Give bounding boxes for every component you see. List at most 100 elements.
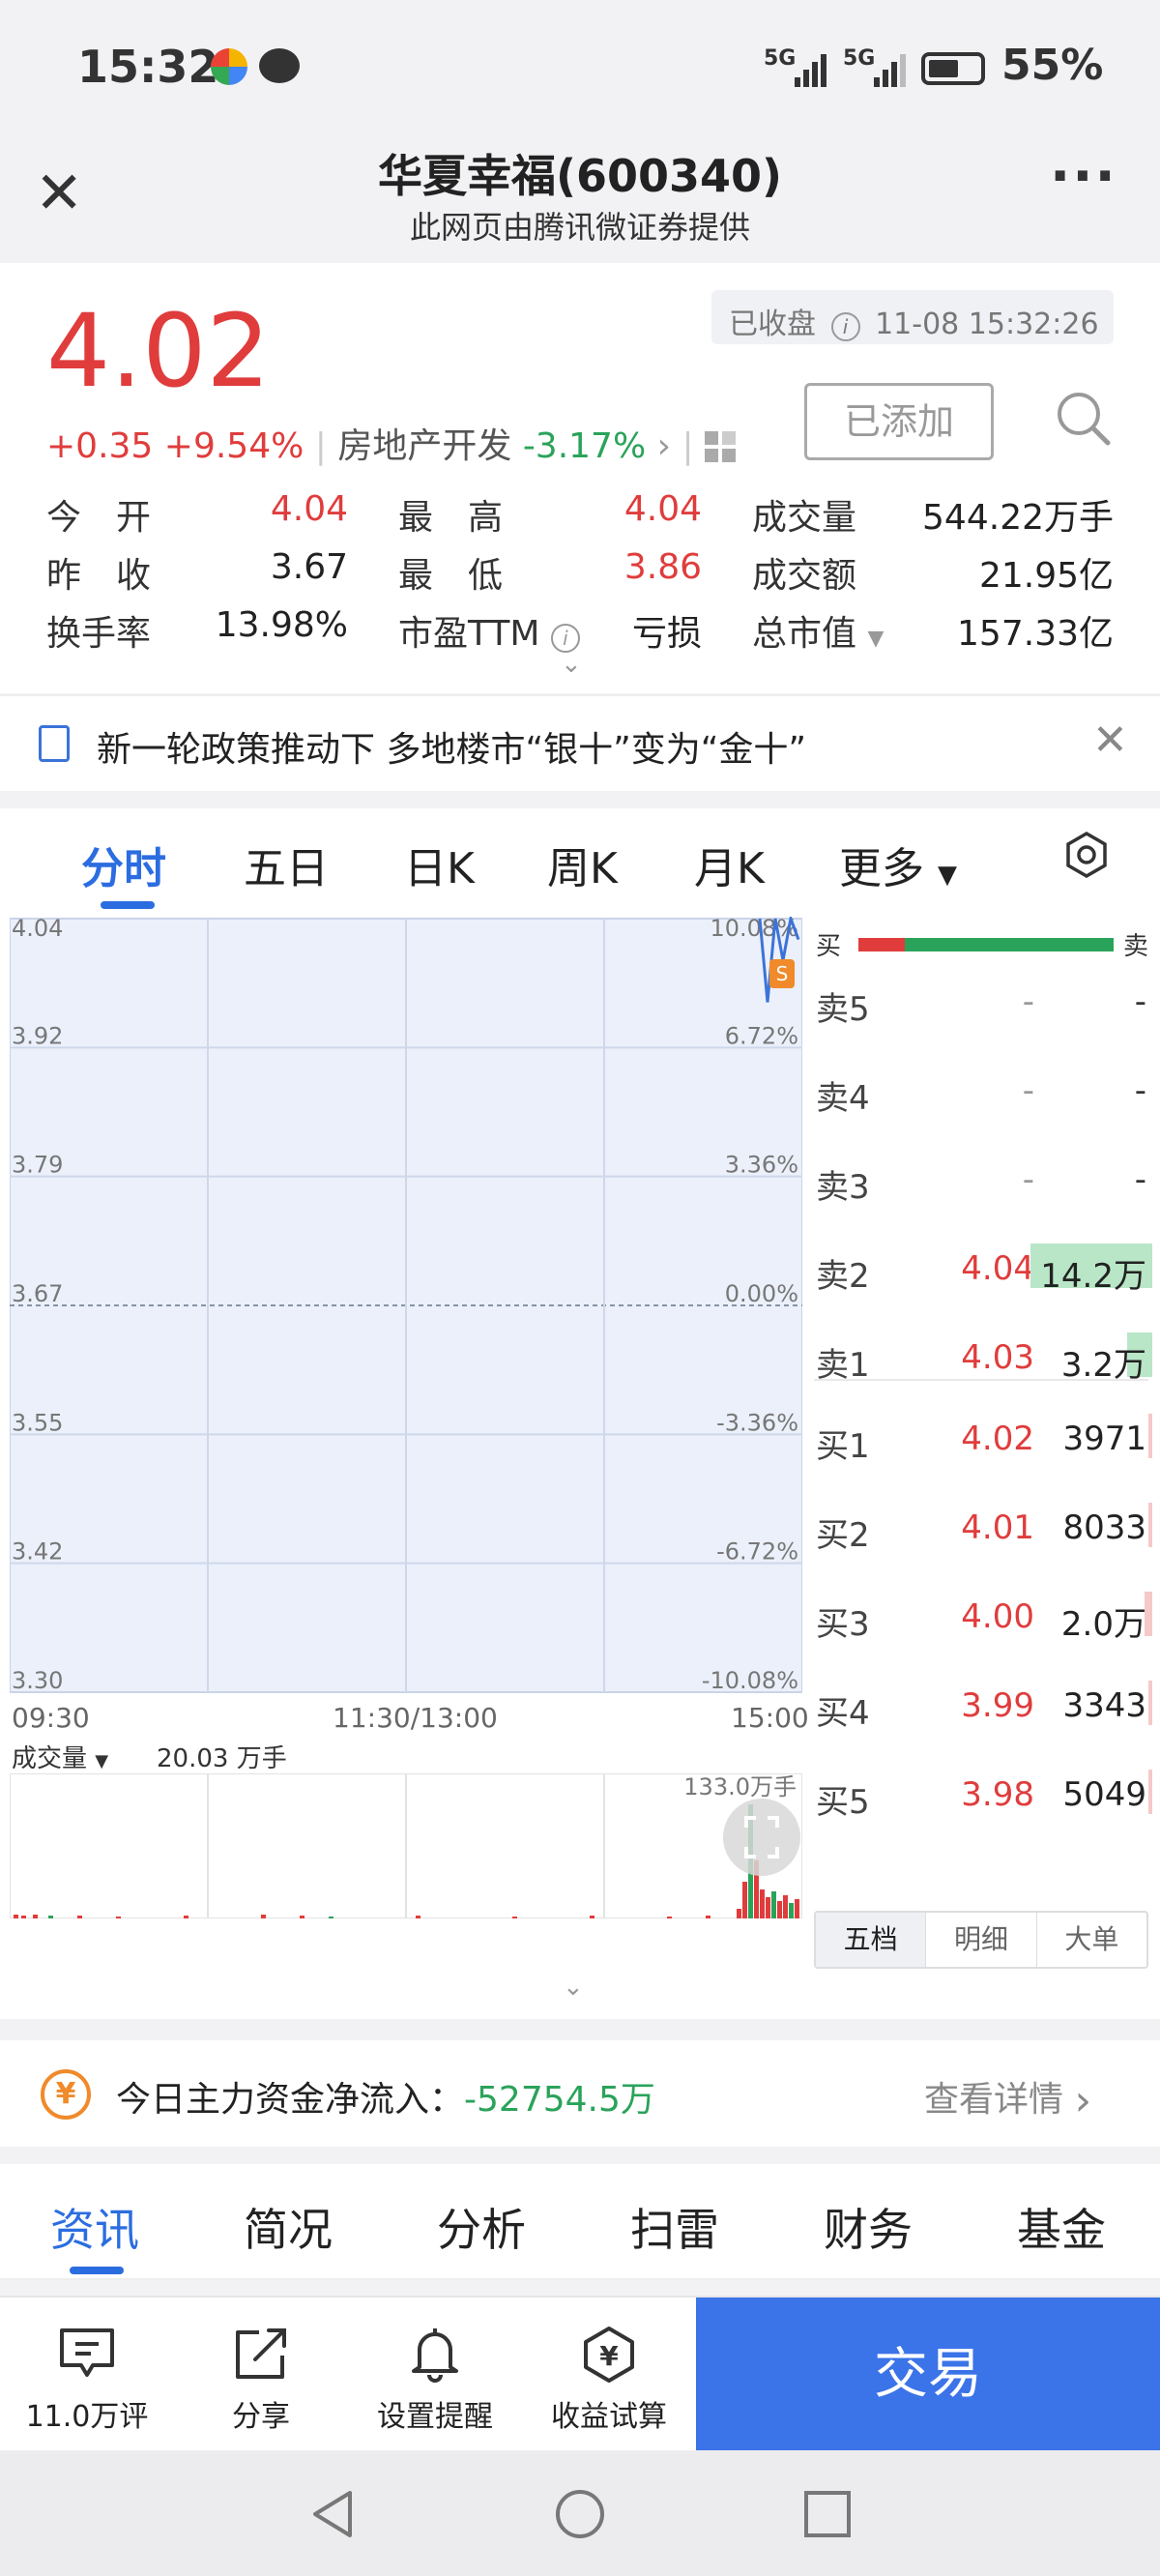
tab-details[interactable]: 明细 [926,1913,1037,1967]
volume-max-label: 133.0万手 [683,1773,797,1800]
settings-icon[interactable] [1061,830,1112,880]
volume-selector[interactable]: 成交量 ▼ [12,1739,108,1774]
price-change: +0.35 [46,426,154,466]
view-details-link[interactable]: 查看详情 › [924,2071,1091,2125]
trade-button[interactable]: 交易 [696,2298,1160,2452]
bid-volume-bar [1148,1681,1152,1725]
comments-button[interactable]: 11.0万评 [0,2325,174,2435]
order-volume: - [1134,1071,1146,1110]
info-tabs: 资讯 简况 分析 扫雷 财务 基金 [0,2164,1160,2280]
system-nav-bar [0,2450,1160,2576]
volume-bar [760,1889,765,1918]
title-bar: ✕ 华夏幸福(600340) 此网页由腾讯微证券提供 ··· [0,135,1160,261]
s-marker-icon[interactable]: S [769,959,795,988]
fund-flow-value: -52754.5万 [464,2080,655,2120]
volume-bar [116,1917,121,1918]
order-level-label: 卖2 [816,1257,870,1296]
tab-analysis[interactable]: 分析 [437,2195,526,2259]
news-banner[interactable]: 新一轮政策推动下 多地楼市“银十”变为“金十” ✕ [0,694,1160,791]
tab-monthly-k[interactable]: 月K [694,834,765,895]
time-axis-end: 15:00 [731,1702,809,1734]
fullscreen-icon[interactable] [723,1799,800,1876]
close-icon[interactable]: ✕ [1092,716,1128,765]
bottom-toolbar: 11.0万评 分享 设置提醒 ¥ 收益试算 交易 [0,2296,1160,2452]
recents-icon[interactable] [800,2487,855,2541]
volume-bar [416,1916,420,1918]
tab-daily-k[interactable]: 日K [404,834,475,895]
order-level-label: 卖5 [816,990,870,1029]
tab-risk-scan[interactable]: 扫雷 [630,2195,719,2259]
signal-2-label: 5G [843,46,876,71]
info-icon[interactable]: i [550,624,580,653]
intraday-chart[interactable]: 4.04 10.08% 3.92 6.72% 3.79 3.36% 3.67 0.00% 3.5… [10,917,802,1700]
bid-level-5[interactable]: 买5 3.98 5049 [814,1760,1152,1837]
comment-icon [60,2328,114,2377]
back-icon[interactable] [305,2487,360,2541]
buy-ratio-bar [858,938,905,951]
stat-value-open: 4.04 [270,489,348,529]
order-price: 4.00 [961,1597,1034,1636]
ask-level-1[interactable]: 卖5 - - [814,967,1152,1044]
quote-panel: 4.02 已收盘 i 11-08 15:32:26 +0.35 +9.54% |… [0,263,1160,693]
grid-icon[interactable] [705,431,739,464]
tab-large-orders[interactable]: 大单 [1037,1913,1146,1967]
stat-value-turnover-rate: 13.98% [215,605,348,645]
info-icon[interactable]: i [830,312,860,341]
news-headline[interactable]: 新一轮政策推动下 多地楼市“银十”变为“金十” [97,721,806,772]
expand-chevron-icon[interactable]: ⌄ [561,650,582,679]
status-text: 已收盘 [729,307,816,341]
sector-name[interactable]: 房地产开发 [337,426,511,466]
return-calculator-button[interactable]: ¥ 收益试算 [522,2325,696,2435]
tab-financials[interactable]: 财务 [824,2195,913,2259]
tab-five-day[interactable]: 五日 [244,834,329,895]
tab-news[interactable]: 资讯 [50,2195,139,2259]
ask-level-5[interactable]: 卖1 4.03 3.2万 [814,1323,1152,1400]
tab-more-label: 更多 [839,844,924,893]
ask-level-3[interactable]: 卖3 - - [814,1145,1152,1222]
order-volume: 14.2万 [1040,1257,1146,1296]
sector-change-pct[interactable]: -3.17% [523,426,646,466]
fund-flow-bar[interactable]: ¥ 今日主力资金净流入：-52754.5万 查看详情 › [0,2040,1160,2147]
volume-bar [783,1895,788,1918]
ask-level-4[interactable]: 卖2 4.04 14.2万 [814,1234,1152,1311]
more-menu-icon[interactable]: ··· [1050,145,1117,208]
tab-overview[interactable]: 简况 [244,2195,333,2259]
tab-five-levels[interactable]: 五档 [816,1913,927,1967]
volume-bar [766,1897,770,1918]
order-price: 4.02 [961,1420,1034,1458]
share-label: 分享 [232,2400,290,2434]
order-level-label: 卖3 [816,1168,870,1207]
bid-level-2[interactable]: 买2 4.01 8033 [814,1493,1152,1570]
volume-bar [795,1899,799,1918]
bid-level-4[interactable]: 买4 3.99 3343 [814,1671,1152,1748]
volume-bar [706,1916,710,1918]
set-alert-button[interactable]: 设置提醒 [348,2325,522,2435]
bid-level-3[interactable]: 买3 4.00 2.0万 [814,1582,1152,1659]
order-book: 买 卖 卖5 - - 卖4 - - 卖3 - - 卖2 4.04 14.2万 卖1 4.03 3.2万 买1… [814,924,1152,1969]
ask-level-2[interactable]: 卖4 - - [814,1056,1152,1133]
stat-value-prev-close: 3.67 [270,547,348,587]
tab-intraday[interactable]: 分时 [81,834,166,895]
active-tab-indicator [101,901,155,909]
volume-value: 20.03 万手 [157,1744,287,1773]
tab-weekly-k[interactable]: 周K [547,834,618,895]
tab-funds[interactable]: 基金 [1017,2195,1106,2259]
collapse-chevron-icon[interactable]: ⌄ [563,1973,584,2002]
search-icon[interactable] [1054,389,1112,447]
tab-more[interactable]: 更多 ▼ [839,834,957,895]
stat-label-market-cap[interactable]: 总市值 ▼ [752,605,884,656]
stat-label-low: 最 低 [398,556,504,596]
return-calculator-label: 收益试算 [551,2400,667,2434]
y-tick-left: 3.42 [12,1538,63,1566]
yuan-coin-icon: ¥ [41,2069,91,2120]
signal-2-icon [874,54,906,87]
chevron-right-icon[interactable]: › [657,426,671,466]
bid-level-1[interactable]: 买1 4.02 3971 [814,1404,1152,1481]
order-book-tabs: 五档 明细 大单 [814,1911,1148,1969]
watchlist-added-button[interactable]: 已添加 [804,383,994,460]
home-icon[interactable] [553,2487,607,2541]
chart-tabs: 分时 五日 日K 周K 月K 更多 ▼ [0,808,1160,917]
volume-bar [33,1915,38,1918]
bell-icon [412,2328,458,2383]
share-button[interactable]: 分享 [174,2325,348,2435]
